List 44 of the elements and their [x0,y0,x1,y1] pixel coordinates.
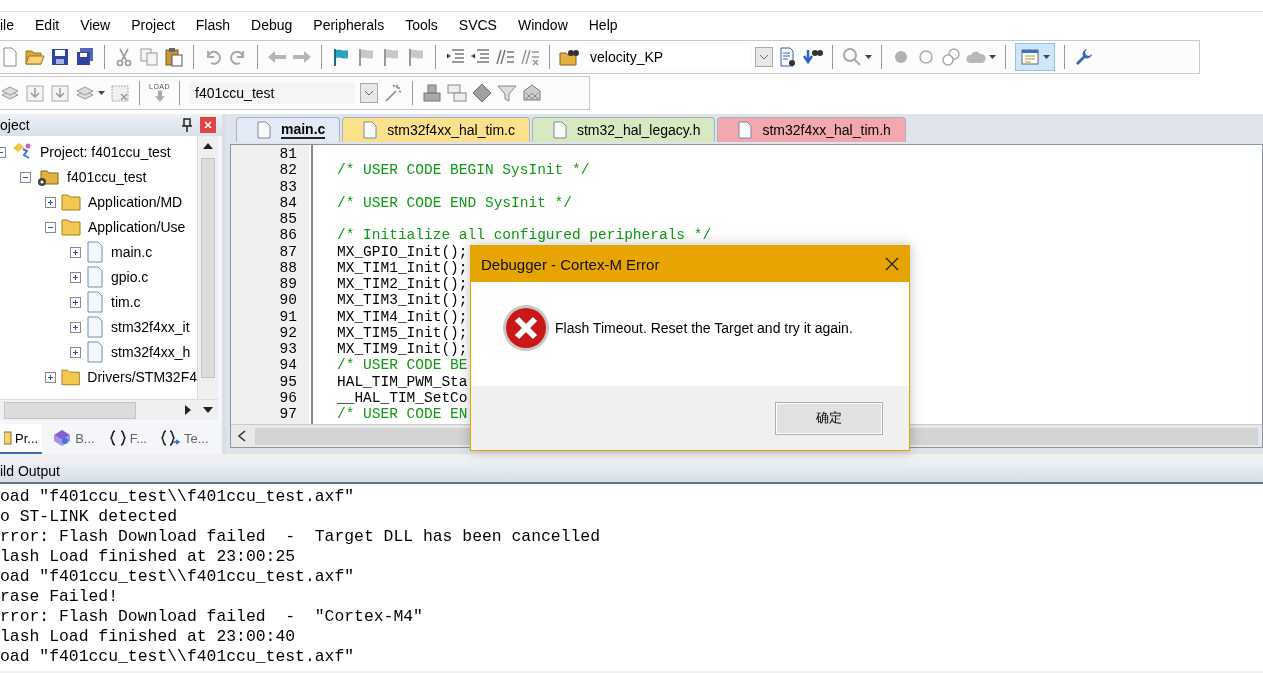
line-number: 91 [278,308,298,325]
line-number: 96 [278,389,298,406]
code-line: MX_TIM1_Init(); [337,259,468,276]
line-number: 89 [278,276,298,293]
output-line: lash Load finished at 23:00:40 [0,627,297,647]
code-line: HAL_TIM_PWM_Sta [337,373,468,390]
line-number: 83 [278,178,298,195]
panel-title: oject [0,116,30,133]
code-line: MX_TIM5_Init(); [337,324,468,341]
line-number: 90 [278,292,298,309]
dialog-message: Flash Timeout. Reset the Target and try it again. [555,320,853,336]
output-line: o ST-LINK detected [0,507,179,527]
code-comment: /* USER CODE EN [337,406,468,422]
output-line: rror: Flash Download failed - Target DLL has been cancelled [0,527,601,547]
output-line: lash Load finished at 23:00:25 [0,547,297,567]
line-number: 88 [278,259,298,276]
code-comment: /* USER CODE END SysInit */ [337,194,572,211]
code-comment: /* Initialize all configured peripherals */ [337,227,712,244]
code-line: MX_TIM4_Init(); [337,308,468,325]
line-number: 84 [278,194,298,211]
line-number: 82 [278,162,298,179]
line-number: 93 [278,341,298,358]
output-line: oad "f401ccu_test\\f401ccu_test.axf" [0,647,356,667]
line-number: 87 [278,243,298,260]
code-line: MX_GPIO_Init(); [337,243,468,260]
code-comment: /* USER CODE BE [337,357,468,374]
output-title: ild Output [0,463,60,479]
code-line: __HAL_TIM_SetCo [337,389,468,406]
line-number: 85 [278,211,298,228]
output-line: rror: Flash Download failed - "Cortex-M4" [0,607,424,627]
line-number: 97 [278,406,298,423]
dialog-title: Debugger - Cortex-M Error [481,255,660,273]
code-line: MX_TIM3_Init(); [337,292,468,309]
line-number: 81 [278,146,298,163]
line-number: 95 [278,373,298,390]
output-line: oad "f401ccu_test\\f401ccu_test.axf" [0,567,356,587]
code-comment: /* USER CODE BEGIN SysInit */ [337,162,590,179]
output-line: oad "f401ccu_test\\f401ccu_test.axf" [0,487,356,507]
line-number: 94 [278,357,298,374]
line-number: 92 [278,324,298,341]
output-line: rase Failed! [0,587,120,607]
code-line: MX_TIM2_Init(); [337,276,468,292]
code-line: MX_TIM9_Init(); [337,341,468,357]
line-number: 86 [278,227,298,244]
